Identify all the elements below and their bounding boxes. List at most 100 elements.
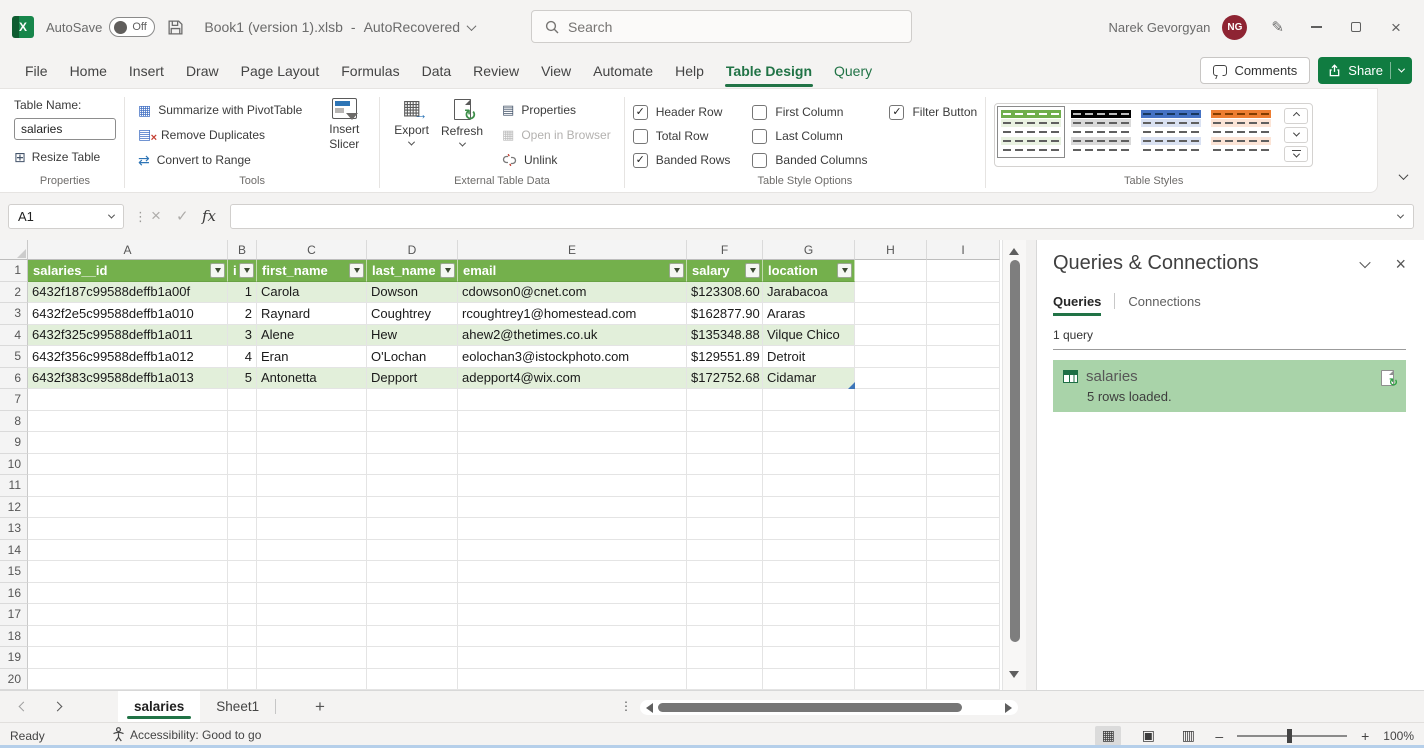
cell-A3[interactable]: 6432f2e5c99588deffb1a010 xyxy=(28,303,228,325)
cell-G4[interactable]: Vilque Chico xyxy=(763,325,855,347)
cell-D12[interactable] xyxy=(367,497,458,519)
row-header-15[interactable]: 15 xyxy=(0,561,28,583)
cell-I1[interactable] xyxy=(927,260,1000,282)
row-header-8[interactable]: 8 xyxy=(0,411,28,433)
cell-F19[interactable] xyxy=(687,647,763,669)
cell-G6[interactable]: Cidamar xyxy=(763,368,855,390)
cell-D13[interactable] xyxy=(367,518,458,540)
cell-A18[interactable] xyxy=(28,626,228,648)
cell-H5[interactable] xyxy=(855,346,927,368)
checkbox-total-row[interactable]: Total Row xyxy=(633,129,731,144)
row-header-1[interactable]: 1 xyxy=(0,260,28,282)
cell-H12[interactable] xyxy=(855,497,927,519)
cell-F13[interactable] xyxy=(687,518,763,540)
tab-connections[interactable]: Connections xyxy=(1128,294,1200,316)
cell-F15[interactable] xyxy=(687,561,763,583)
tab-draw[interactable]: Draw xyxy=(175,55,230,87)
cell-B14[interactable] xyxy=(228,540,257,562)
cell-C12[interactable] xyxy=(257,497,367,519)
cell-G1[interactable]: location xyxy=(763,260,855,282)
cell-F4[interactable]: $135348.88 xyxy=(687,325,763,347)
cell-H14[interactable] xyxy=(855,540,927,562)
cell-F16[interactable] xyxy=(687,583,763,605)
tab-automate[interactable]: Automate xyxy=(582,55,664,87)
cell-D5[interactable]: O'Lochan xyxy=(367,346,458,368)
cell-I7[interactable] xyxy=(927,389,1000,411)
cell-H6[interactable] xyxy=(855,368,927,390)
cell-E20[interactable] xyxy=(458,669,687,691)
scroll-up-icon[interactable] xyxy=(1009,248,1019,255)
row-header-17[interactable]: 17 xyxy=(0,604,28,626)
cell-D10[interactable] xyxy=(367,454,458,476)
cell-E11[interactable] xyxy=(458,475,687,497)
sheet-bar-resize-icon[interactable]: ⋮ xyxy=(620,699,632,713)
tab-view[interactable]: View xyxy=(530,55,582,87)
tab-page-layout[interactable]: Page Layout xyxy=(230,55,331,87)
cell-G17[interactable] xyxy=(763,604,855,626)
column-header-B[interactable]: B xyxy=(228,240,257,260)
cell-A15[interactable] xyxy=(28,561,228,583)
cell-E15[interactable] xyxy=(458,561,687,583)
cell-C16[interactable] xyxy=(257,583,367,605)
column-header-H[interactable]: H xyxy=(855,240,927,260)
cell-H10[interactable] xyxy=(855,454,927,476)
cell-H13[interactable] xyxy=(855,518,927,540)
scroll-down-icon[interactable] xyxy=(1009,671,1019,678)
restore-icon[interactable] xyxy=(1348,22,1364,32)
insert-function-icon[interactable]: fx xyxy=(202,207,216,225)
formula-bar-expand-icon[interactable] xyxy=(1398,214,1403,219)
column-header-I[interactable]: I xyxy=(927,240,1000,260)
cell-H11[interactable] xyxy=(855,475,927,497)
cell-I16[interactable] xyxy=(927,583,1000,605)
horizontal-scrollbar[interactable] xyxy=(640,700,1018,715)
cell-F7[interactable] xyxy=(687,389,763,411)
cell-A12[interactable] xyxy=(28,497,228,519)
cell-A13[interactable] xyxy=(28,518,228,540)
cell-B19[interactable] xyxy=(228,647,257,669)
cell-C8[interactable] xyxy=(257,411,367,433)
cell-D20[interactable] xyxy=(367,669,458,691)
cell-B1[interactable]: id xyxy=(228,260,257,282)
save-icon[interactable] xyxy=(167,19,184,36)
cell-I3[interactable] xyxy=(927,303,1000,325)
cell-C19[interactable] xyxy=(257,647,367,669)
cell-E9[interactable] xyxy=(458,432,687,454)
cell-E8[interactable] xyxy=(458,411,687,433)
cell-A5[interactable]: 6432f356c99588deffb1a012 xyxy=(28,346,228,368)
cell-F3[interactable]: $162877.90 xyxy=(687,303,763,325)
row-header-5[interactable]: 5 xyxy=(0,346,28,368)
cell-G20[interactable] xyxy=(763,669,855,691)
query-item-salaries[interactable]: salaries 5 rows loaded. ↻ xyxy=(1053,360,1406,412)
cell-B11[interactable] xyxy=(228,475,257,497)
cell-H20[interactable] xyxy=(855,669,927,691)
cell-B18[interactable] xyxy=(228,626,257,648)
zoom-slider-thumb[interactable] xyxy=(1287,729,1292,743)
cell-H4[interactable] xyxy=(855,325,927,347)
cell-C3[interactable]: Raynard xyxy=(257,303,367,325)
accessibility-status[interactable]: Accessibility: Good to go xyxy=(112,727,261,742)
row-header-9[interactable]: 9 xyxy=(0,432,28,454)
cell-B17[interactable] xyxy=(228,604,257,626)
cell-E18[interactable] xyxy=(458,626,687,648)
cell-G5[interactable]: Detroit xyxy=(763,346,855,368)
cell-C2[interactable]: Carola xyxy=(257,282,367,304)
cell-A6[interactable]: 6432f383c99588deffb1a013 xyxy=(28,368,228,390)
cell-I15[interactable] xyxy=(927,561,1000,583)
cell-B13[interactable] xyxy=(228,518,257,540)
checkbox-box-icon[interactable]: ✓ xyxy=(633,153,648,168)
cell-I19[interactable] xyxy=(927,647,1000,669)
row-header-16[interactable]: 16 xyxy=(0,583,28,605)
convert-to-range-button[interactable]: ⇄ Convert to Range xyxy=(133,147,307,172)
cell-H3[interactable] xyxy=(855,303,927,325)
checkbox-box-icon[interactable]: ✓ xyxy=(889,105,904,120)
cell-E1[interactable]: email xyxy=(458,260,687,282)
minimize-icon[interactable] xyxy=(1308,26,1324,28)
cell-G3[interactable]: Araras xyxy=(763,303,855,325)
cell-G16[interactable] xyxy=(763,583,855,605)
cell-E12[interactable] xyxy=(458,497,687,519)
share-chevron-icon[interactable] xyxy=(1390,62,1404,79)
cell-H15[interactable] xyxy=(855,561,927,583)
search-input[interactable]: Search xyxy=(531,10,912,43)
cell-A9[interactable] xyxy=(28,432,228,454)
cell-B5[interactable]: 4 xyxy=(228,346,257,368)
